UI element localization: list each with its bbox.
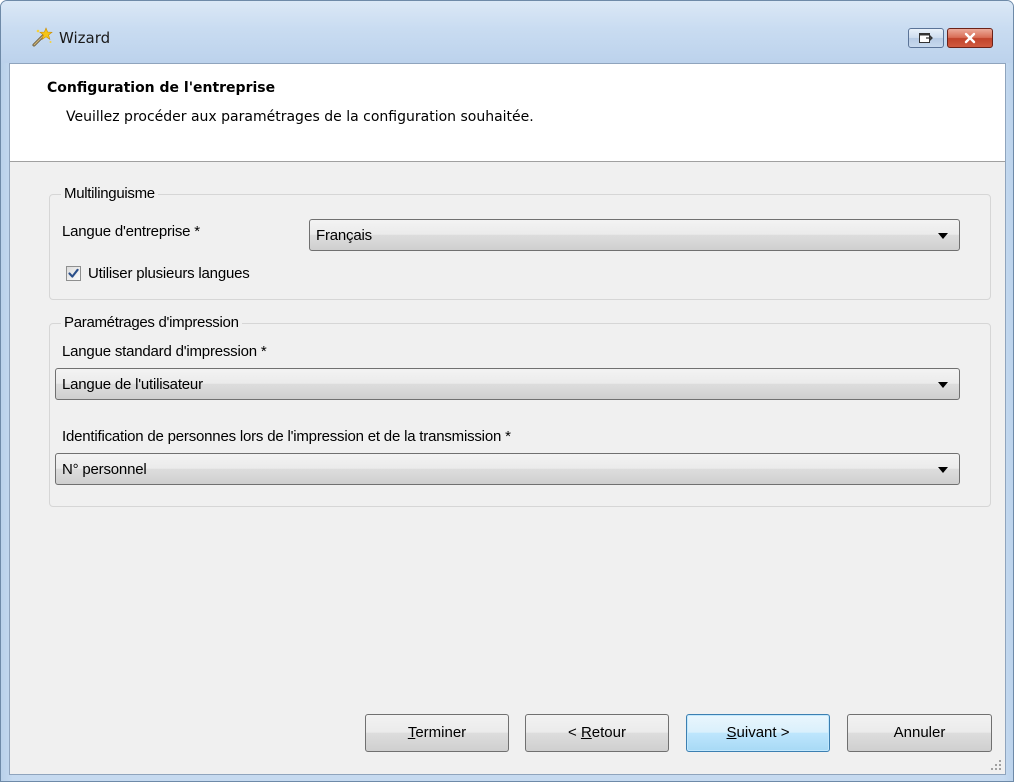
page-header: Configuration de l'entreprise Veuillez p… bbox=[10, 64, 1005, 162]
multilingual-group-title: Multilinguisme bbox=[61, 185, 158, 203]
back-prefix: < bbox=[568, 724, 581, 741]
print-settings-group-title: Paramétrages d'impression bbox=[61, 314, 242, 332]
close-icon bbox=[964, 32, 976, 44]
wizard-page: Configuration de l'entreprise Veuillez p… bbox=[9, 63, 1006, 775]
standard-print-language-select[interactable]: Langue de l'utilisateur bbox=[55, 368, 960, 400]
finish-button[interactable]: Terminer bbox=[365, 714, 509, 752]
resize-grip-icon[interactable] bbox=[990, 759, 1002, 771]
back-label: etour bbox=[591, 724, 626, 741]
standard-print-language-label: Langue standard d'impression * bbox=[62, 343, 267, 360]
window-title: Wizard bbox=[59, 29, 111, 47]
chevron-down-icon bbox=[938, 233, 948, 239]
page-subtitle: Veuillez procéder aux paramétrages de la… bbox=[66, 109, 534, 125]
wizard-window: Wizard Configuration de l'entreprise Veu… bbox=[0, 0, 1014, 782]
next-label: uivant > bbox=[736, 724, 790, 741]
person-identification-label: Identification de personnes lors de l'im… bbox=[62, 428, 511, 445]
standard-print-language-value: Langue de l'utilisateur bbox=[62, 376, 203, 393]
person-identification-select[interactable]: N° personnel bbox=[55, 453, 960, 485]
multi-language-label[interactable]: Utiliser plusieurs langues bbox=[88, 265, 250, 282]
close-button[interactable] bbox=[947, 28, 993, 48]
page-title: Configuration de l'entreprise bbox=[47, 80, 276, 96]
chevron-down-icon bbox=[938, 467, 948, 473]
restore-icon bbox=[919, 33, 933, 43]
next-accelerator: S bbox=[726, 724, 737, 741]
company-language-select[interactable]: Français bbox=[309, 219, 960, 251]
title-bar[interactable]: Wizard bbox=[1, 1, 1013, 63]
wizard-wand-icon bbox=[32, 27, 53, 47]
back-accelerator: R bbox=[580, 724, 592, 741]
restore-button[interactable] bbox=[908, 28, 944, 48]
company-language-label: Langue d'entreprise * bbox=[62, 223, 200, 240]
cancel-button[interactable]: Annuler bbox=[847, 714, 992, 752]
checkmark-icon bbox=[68, 268, 79, 278]
chevron-down-icon bbox=[938, 382, 948, 388]
back-button[interactable]: < Retour bbox=[525, 714, 669, 752]
multi-language-checkbox[interactable] bbox=[66, 266, 81, 281]
company-language-value: Français bbox=[316, 227, 372, 244]
finish-label: erminer bbox=[415, 724, 467, 741]
next-button[interactable]: Suivant > bbox=[686, 714, 830, 752]
person-identification-value: N° personnel bbox=[62, 461, 147, 478]
